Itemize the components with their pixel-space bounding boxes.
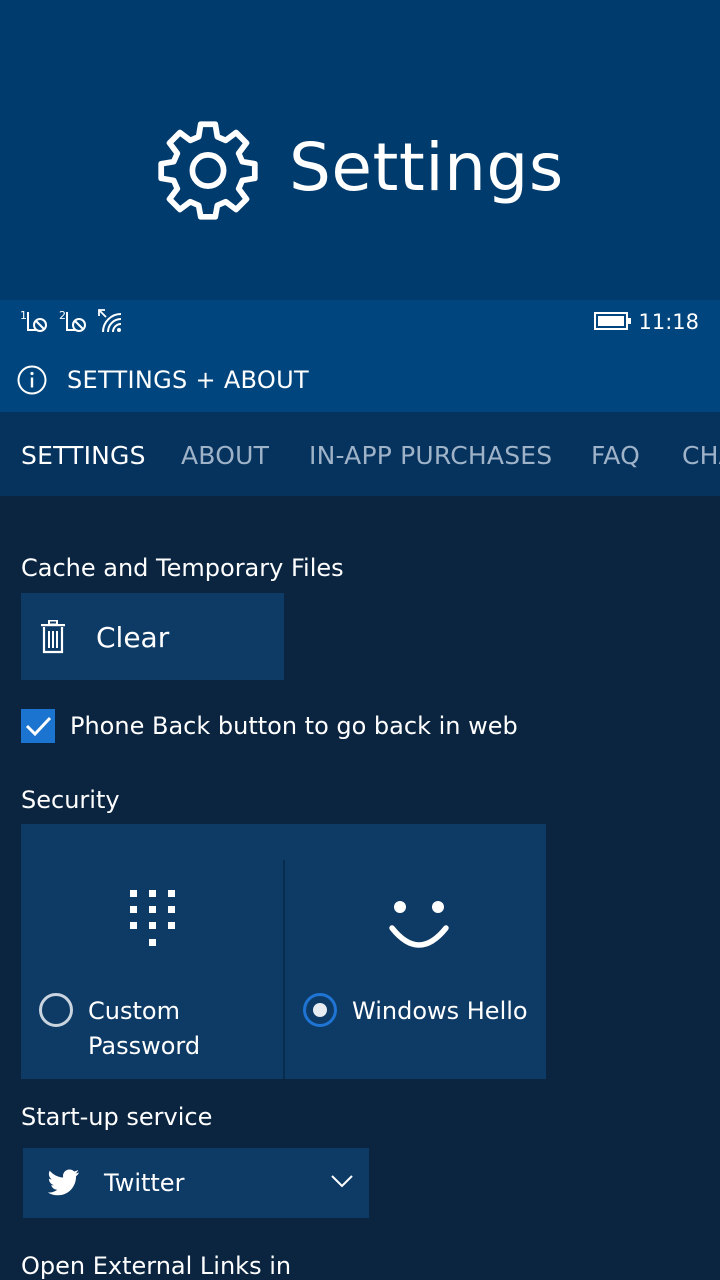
splash-title: Settings <box>289 129 564 206</box>
status-time: 11:18 <box>638 310 699 334</box>
smiley-icon <box>389 901 449 948</box>
status-bar: 1 2 11:18 <box>0 300 720 344</box>
custom-password-label-line2: Password <box>88 1032 201 1060</box>
security-heading: Security <box>21 786 120 814</box>
back-button-label: Phone Back button to go back in web <box>70 712 518 740</box>
tab-about[interactable]: ABOUT <box>181 440 269 472</box>
windows-hello-radio[interactable] <box>303 993 337 1027</box>
external-links-heading: Open External Links in <box>21 1252 292 1280</box>
tab-settings[interactable]: SETTINGS <box>21 440 146 472</box>
info-icon <box>17 365 47 395</box>
tab-in-app-purchases[interactable]: IN-APP PURCHASES <box>309 440 552 472</box>
back-button-option[interactable]: Phone Back button to go back in web <box>21 708 701 744</box>
custom-password-radio[interactable] <box>39 993 73 1027</box>
cache-heading: Cache and Temporary Files <box>21 554 344 582</box>
security-option-windows-hello[interactable]: Windows Hello <box>285 824 547 1079</box>
chevron-down-icon <box>331 1175 353 1188</box>
clear-button-label: Clear <box>96 621 170 654</box>
sim2-signal-icon: 2 <box>59 309 86 332</box>
sim1-signal-icon: 1 <box>20 309 47 332</box>
windows-hello-label: Windows Hello <box>352 997 528 1025</box>
twitter-icon <box>48 1169 79 1196</box>
pivot-tabs: SETTINGS ABOUT IN-APP PURCHASES FAQ CHA <box>0 412 720 496</box>
sim2-label: 2 <box>59 309 66 322</box>
keypad-icon <box>130 890 175 946</box>
trash-icon <box>41 620 65 654</box>
startup-service-dropdown[interactable]: Twitter <box>23 1148 369 1218</box>
gear-icon <box>158 121 258 220</box>
security-options: Custom Password Windows Hello <box>21 824 546 1079</box>
splash-header: Settings <box>0 0 720 300</box>
app-bar: SETTINGS + ABOUT <box>0 344 720 412</box>
tab-faq[interactable]: FAQ <box>591 440 640 472</box>
custom-password-label-line1: Custom <box>88 997 180 1025</box>
startup-heading: Start-up service <box>21 1103 213 1131</box>
battery-icon <box>594 312 631 330</box>
app-root: Settings 1 2 11:18 SETTINGS + ABOUT SETT… <box>0 0 720 1280</box>
clear-cache-button[interactable]: Clear <box>21 593 284 680</box>
tab-changelog[interactable]: CHA <box>682 440 720 472</box>
app-bar-title: SETTINGS + ABOUT <box>67 366 309 394</box>
checkmark-icon <box>25 716 52 737</box>
back-button-checkbox[interactable] <box>21 709 55 743</box>
wifi-icon <box>98 309 122 333</box>
startup-service-value: Twitter <box>104 1169 185 1197</box>
security-option-custom-password[interactable]: Custom Password <box>21 824 283 1079</box>
sim1-label: 1 <box>20 309 27 322</box>
